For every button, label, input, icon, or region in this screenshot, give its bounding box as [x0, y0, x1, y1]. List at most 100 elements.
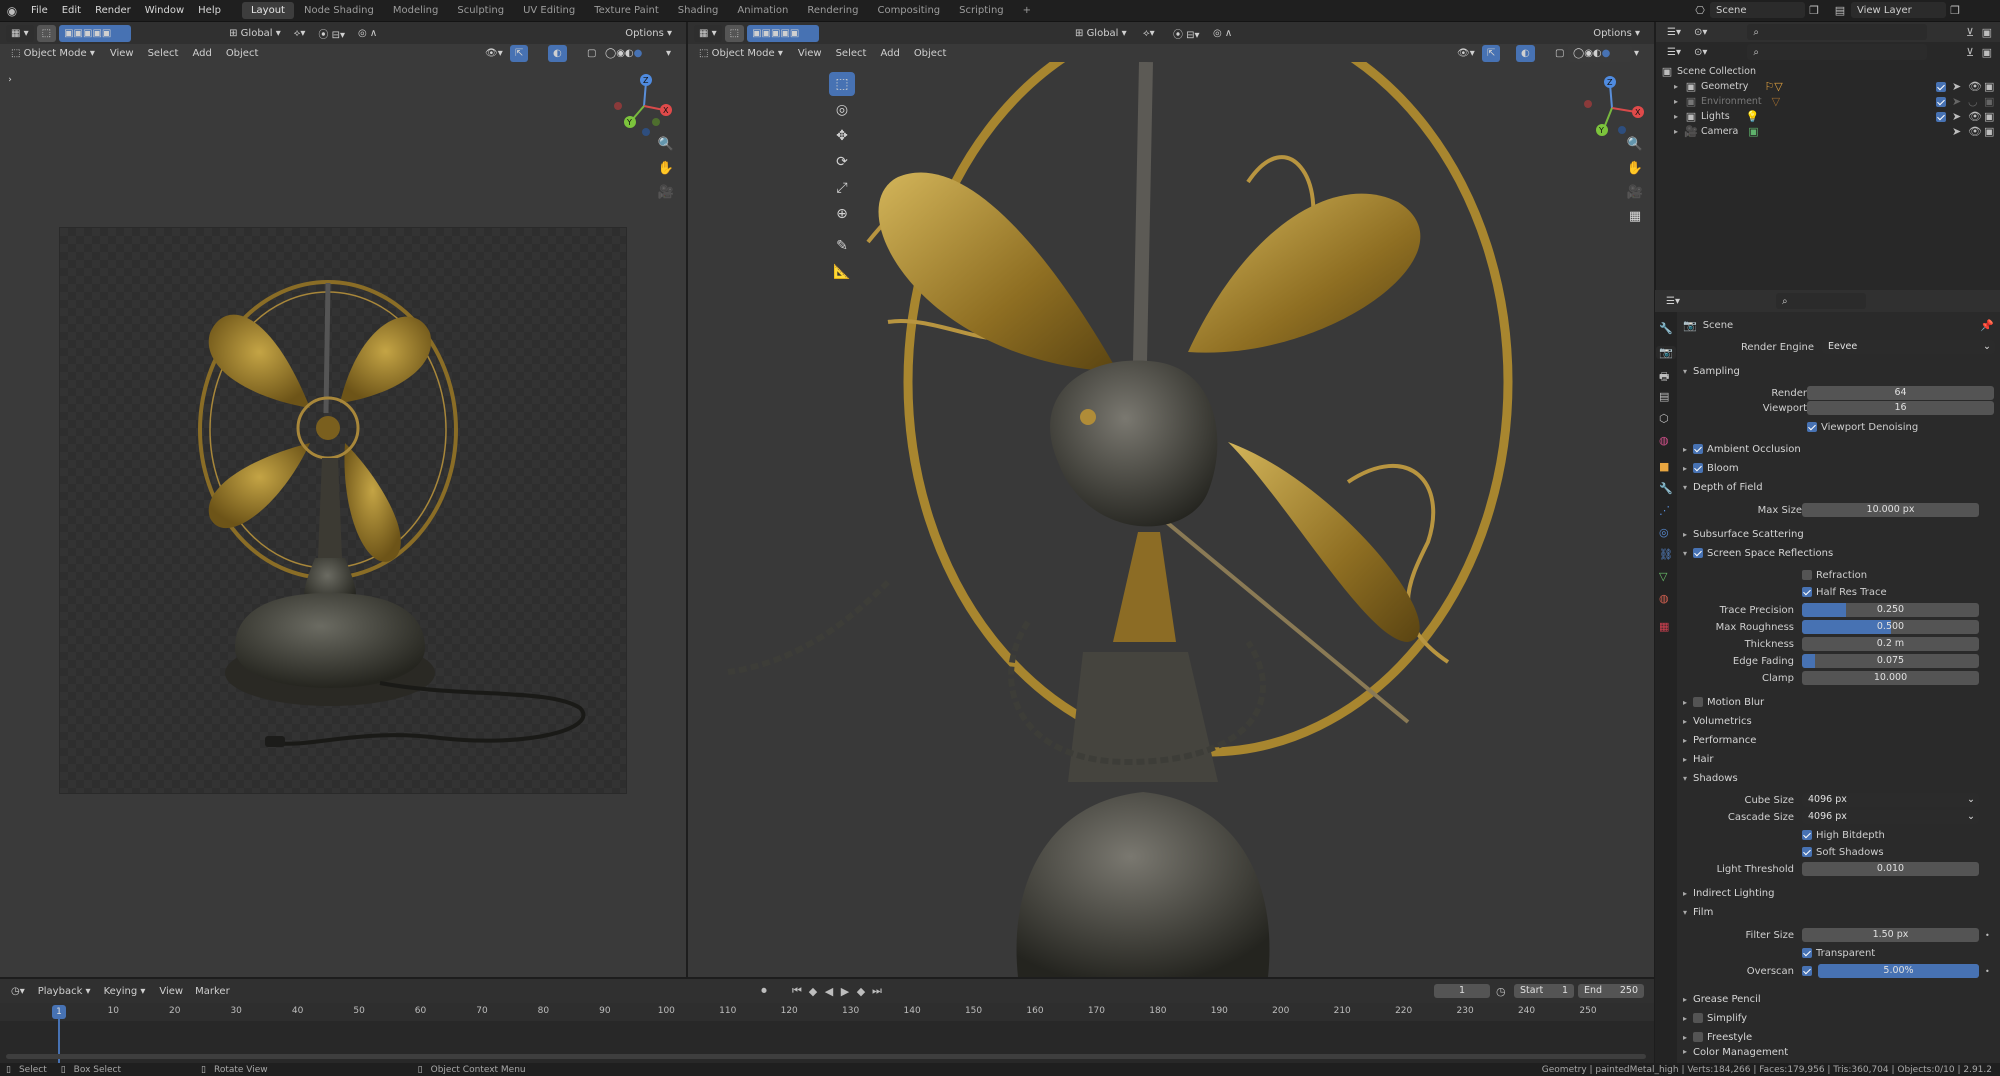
- scene-selector[interactable]: Scene: [1710, 2, 1805, 18]
- orientation-dropdown[interactable]: ⊞ Global ▾: [224, 25, 286, 42]
- modifier-tab-icon[interactable]: 🔧: [1659, 482, 1673, 495]
- perspective-toggle-icon[interactable]: ▦: [1625, 206, 1645, 226]
- grease-pencil-panel-header[interactable]: ▸Grease Pencil⁞⁞: [1677, 990, 2000, 1008]
- keyframe-dot-icon[interactable]: •: [1985, 931, 1990, 940]
- visibility-icon[interactable]: 👁▾: [1452, 45, 1480, 62]
- xray-toggle-icon[interactable]: ▢: [1550, 45, 1569, 62]
- ssr-checkbox[interactable]: [1693, 548, 1703, 558]
- ssr-panel-header[interactable]: ▾Screen Space Reflections⁞⁞: [1677, 544, 2000, 562]
- film-panel-header[interactable]: ▾Film⁞⁞: [1677, 903, 2000, 921]
- exclude-checkbox[interactable]: [1936, 96, 1946, 107]
- transform-tool[interactable]: ⊕: [829, 202, 855, 226]
- physics-tab-icon[interactable]: ◎: [1659, 526, 1669, 539]
- shading-options-icon[interactable]: ▾: [666, 45, 671, 62]
- left-arrow-icon[interactable]: ›: [0, 70, 20, 90]
- transparent-checkbox[interactable]: [1802, 948, 1812, 958]
- annotate-tool[interactable]: ✎: [829, 234, 855, 258]
- tab-layout[interactable]: Layout: [241, 2, 294, 19]
- timeline-scrollbar[interactable]: [6, 1054, 1646, 1059]
- tab-modeling[interactable]: Modeling: [384, 2, 448, 19]
- editor-type-button[interactable]: ▦ ▾: [694, 24, 722, 42]
- editor-type-button[interactable]: ☰▾: [1662, 24, 1686, 41]
- soft-shadows-checkbox[interactable]: [1802, 847, 1812, 857]
- volumetrics-panel-header[interactable]: ▸Volumetrics⁞⁞: [1677, 712, 2000, 730]
- shading-modes-icon[interactable]: ◯◉◐ ●: [1568, 44, 1632, 62]
- editor-type-button[interactable]: ▦ ▾: [6, 24, 34, 42]
- clamp-field[interactable]: 10.000: [1802, 671, 1979, 685]
- viewport-denoising-checkbox[interactable]: [1807, 422, 1817, 432]
- copy-scene-icon[interactable]: ❐: [1805, 4, 1823, 17]
- copy-view-layer-icon[interactable]: ❐: [1946, 4, 1964, 17]
- menu-edit[interactable]: Edit: [55, 5, 88, 16]
- jump-start-icon[interactable]: ⏮: [790, 984, 804, 998]
- soft-shadows-row[interactable]: Soft Shadows: [1802, 843, 2000, 861]
- tab-uv-editing[interactable]: UV Editing: [514, 2, 584, 19]
- cascade-size-dropdown[interactable]: 4096 px ⌄: [1802, 810, 1979, 824]
- color-management-panel-header[interactable]: ▸ Color Management: [1677, 1047, 2000, 1057]
- prev-keyframe-icon[interactable]: ◆: [806, 985, 820, 998]
- performance-panel-header[interactable]: ▸Performance⁞⁞: [1677, 731, 2000, 749]
- camera-view-icon[interactable]: 🎥: [656, 182, 676, 202]
- eye-icon[interactable]: 👁: [1968, 80, 1982, 93]
- search-field-top[interactable]: ⌕: [1747, 24, 1928, 40]
- menu-add[interactable]: Add: [185, 48, 218, 59]
- options-dropdown[interactable]: Options ▾: [1588, 25, 1645, 42]
- menu-file[interactable]: File: [24, 5, 55, 16]
- right-viewport[interactable]: ▦ ▾ ⬚ ▣▣▣▣▣ ⊞ Global ▾ ⟡▾ ⦿ ⊟▾ ◎ ∧ Optio…: [688, 22, 1654, 977]
- display-mode-button[interactable]: ⊙▾: [1689, 24, 1712, 41]
- render-samples-field[interactable]: 64: [1807, 386, 1994, 400]
- select-arrow-icon[interactable]: ➤: [1952, 95, 1961, 108]
- material-tab-icon[interactable]: ◍: [1659, 592, 1669, 605]
- menu-object[interactable]: Object: [219, 48, 266, 59]
- hair-panel-header[interactable]: ▸Hair⁞⁞: [1677, 750, 2000, 768]
- shading-modes-icon[interactable]: ◯◉◐ ●: [600, 44, 664, 62]
- new-collection-icon[interactable]: ▣: [1982, 46, 1992, 59]
- select-tool-button[interactable]: ⬚: [724, 24, 745, 42]
- half-res-trace-row[interactable]: Half Res Trace: [1802, 583, 2000, 601]
- zoom-icon[interactable]: 🔍: [1625, 134, 1645, 154]
- play-icon[interactable]: ▶: [838, 985, 852, 998]
- tab-compositing[interactable]: Compositing: [868, 2, 949, 19]
- render-camera-icon[interactable]: ▣: [1984, 80, 1994, 93]
- options-dropdown[interactable]: Options ▾: [620, 25, 677, 42]
- outliner-item-camera[interactable]: ▸ 🎥 Camera ▣ ➤ 👁 ▣: [1660, 124, 2000, 139]
- jump-end-icon[interactable]: ⏭: [870, 984, 884, 998]
- new-collection-icon[interactable]: ▣: [1982, 26, 1992, 39]
- expand-arrow-icon[interactable]: ▸: [1674, 97, 1684, 106]
- subsurface-scattering-panel-header[interactable]: ▸Subsurface Scattering⁞⁞: [1677, 525, 2000, 543]
- keying-menu[interactable]: Keying ▾: [99, 983, 151, 1000]
- pivot-icon[interactable]: ⟡▾: [1138, 25, 1160, 42]
- tab-texture-paint[interactable]: Texture Paint: [585, 2, 668, 19]
- move-tool[interactable]: ✥: [829, 124, 855, 148]
- select-arrow-icon[interactable]: ➤: [1952, 110, 1961, 123]
- overlay-toggle-icon[interactable]: ◐: [1516, 44, 1535, 62]
- menu-select[interactable]: Select: [829, 48, 874, 59]
- proportional-edit-icon[interactable]: ◎ ∧: [353, 25, 382, 42]
- eye-closed-icon[interactable]: ◡: [1968, 95, 1978, 108]
- world-tab-icon[interactable]: ◍: [1659, 434, 1669, 447]
- menu-view[interactable]: View: [791, 48, 829, 59]
- half-res-trace-checkbox[interactable]: [1802, 587, 1812, 597]
- object-tab-icon[interactable]: ■: [1659, 460, 1669, 473]
- tab-animation[interactable]: Animation: [728, 2, 797, 19]
- rotate-tool[interactable]: ⟳: [829, 150, 855, 174]
- properties-search[interactable]: ⌕: [1775, 293, 1866, 309]
- transparent-row[interactable]: Transparent: [1802, 944, 2000, 962]
- high-bitdepth-checkbox[interactable]: [1802, 830, 1812, 840]
- gizmo-toggle-icon[interactable]: ⇱: [510, 44, 529, 62]
- tab-scripting[interactable]: Scripting: [950, 2, 1012, 19]
- select-tool-button[interactable]: ⬚: [36, 24, 57, 42]
- render-camera-icon[interactable]: ▣: [1984, 110, 1994, 123]
- start-frame-field[interactable]: Start 1: [1514, 984, 1574, 998]
- zoom-icon[interactable]: 🔍: [656, 134, 676, 154]
- orientation-dropdown[interactable]: ⊞ Global ▾: [1070, 25, 1132, 42]
- refraction-checkbox[interactable]: [1802, 570, 1812, 580]
- light-threshold-field[interactable]: 0.010: [1802, 862, 1979, 876]
- outliner-item-geometry[interactable]: ▸ ▣ Geometry ⚐▽ ➤ 👁 ▣: [1660, 79, 2000, 94]
- eye-icon[interactable]: 👁: [1968, 110, 1982, 123]
- shading-options-icon[interactable]: ▾: [1634, 45, 1639, 62]
- high-bitdepth-row[interactable]: High Bitdepth: [1802, 826, 2000, 844]
- filter-size-field[interactable]: 1.50 px: [1802, 928, 1979, 942]
- freestyle-panel-header[interactable]: ▸Freestyle⁞⁞: [1677, 1028, 2000, 1046]
- ambient-occlusion-panel-header[interactable]: ▸Ambient Occlusion⁞⁞: [1677, 440, 2000, 458]
